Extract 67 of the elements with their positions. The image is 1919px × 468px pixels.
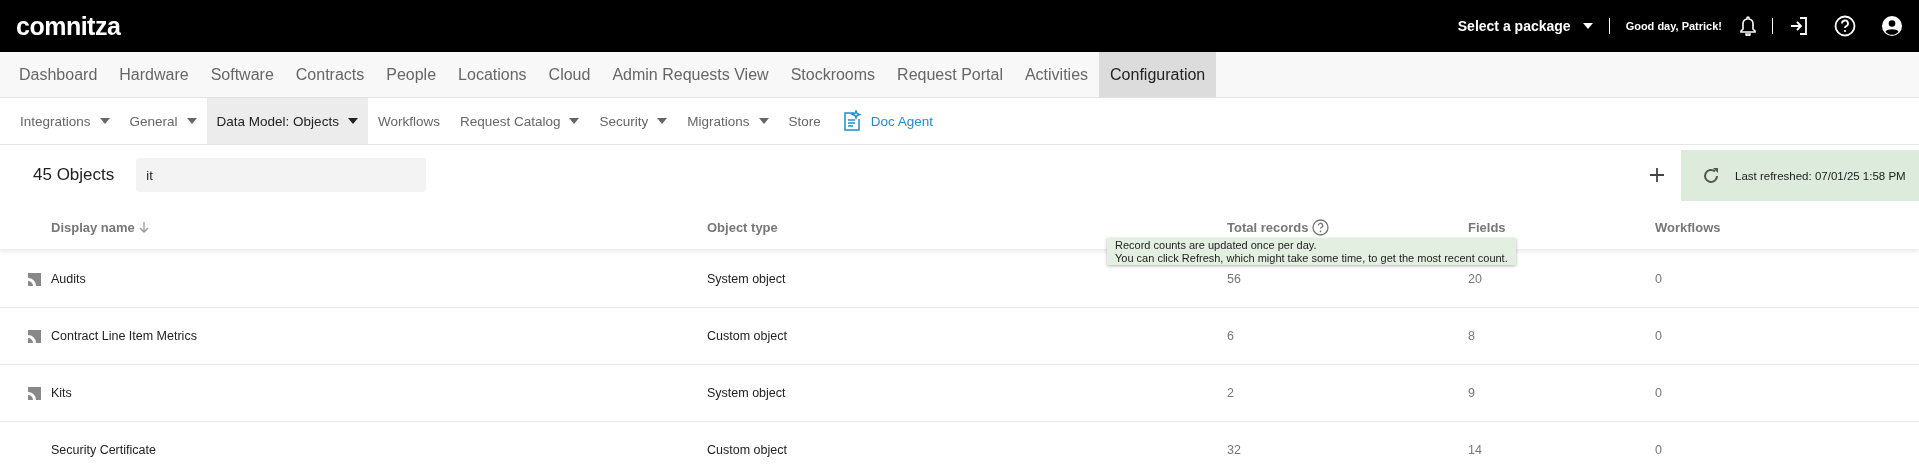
table-cell-text: 9 bbox=[1468, 386, 1476, 400]
nav-tab[interactable]: Activities bbox=[1013, 52, 1100, 97]
sub-nav-item[interactable]: Security bbox=[589, 98, 678, 144]
nav-tab[interactable]: People bbox=[375, 52, 448, 97]
column-header[interactable]: Total records bbox=[1227, 219, 1309, 235]
sort-arrow-icon[interactable] bbox=[138, 221, 149, 233]
package-select[interactable]: Select a package bbox=[1457, 18, 1593, 34]
caret-icon bbox=[99, 118, 110, 124]
column-header[interactable]: Fields bbox=[1468, 219, 1506, 235]
nav-tab[interactable]: Contracts bbox=[284, 52, 376, 97]
table-cell-text: Security Certificate bbox=[51, 443, 157, 457]
table-cell-text: Kits bbox=[51, 386, 73, 400]
table-cell-text: Audits bbox=[51, 272, 87, 286]
table-cell-text: 56 bbox=[1227, 272, 1242, 286]
caret-icon bbox=[657, 118, 668, 124]
table-cell-text: Custom object bbox=[707, 329, 788, 343]
account-icon[interactable] bbox=[1881, 15, 1903, 37]
sub-nav-item[interactable]: Doc Agent bbox=[830, 98, 944, 144]
caret-icon bbox=[347, 118, 358, 124]
logo[interactable]: comnitza bbox=[16, 11, 121, 41]
tooltip-text: Record counts are updated once per day. bbox=[1115, 239, 1318, 252]
table-cell-text: Contract Line Item Metrics bbox=[51, 329, 198, 343]
nav-tab[interactable]: Cloud bbox=[537, 52, 602, 97]
table-cell-text: 0 bbox=[1655, 386, 1663, 400]
table-cell-text: 6 bbox=[1227, 329, 1235, 343]
refresh-icon[interactable] bbox=[1701, 165, 1721, 186]
table-cell-text: System object bbox=[707, 386, 787, 400]
caret-icon bbox=[758, 118, 769, 124]
nav-tab[interactable]: Admin Requests View bbox=[601, 52, 780, 97]
table-cell-text: 8 bbox=[1468, 329, 1476, 343]
sign-in-icon[interactable] bbox=[1789, 16, 1809, 36]
search-field[interactable]: it bbox=[136, 158, 427, 192]
sub-nav-item[interactable]: Data Model: Objects bbox=[206, 98, 368, 144]
table-cell-text: 32 bbox=[1227, 443, 1242, 457]
greeting: Good day, Patrick! bbox=[1625, 20, 1722, 32]
nav-tab[interactable]: Stockrooms bbox=[779, 52, 887, 97]
table-cell-text: 0 bbox=[1655, 272, 1663, 286]
add-icon[interactable] bbox=[1649, 167, 1665, 183]
nav-tab[interactable]: Locations bbox=[447, 52, 538, 97]
sub-nav-item[interactable]: General bbox=[119, 98, 207, 144]
caret-icon bbox=[569, 118, 580, 124]
table-cell-text: 2 bbox=[1227, 386, 1235, 400]
sub-nav-item[interactable]: Store bbox=[778, 98, 831, 144]
bell-icon[interactable] bbox=[1740, 16, 1756, 36]
last-refreshed: Last refreshed: 07/01/25 1:58 PM bbox=[1735, 169, 1906, 182]
object-count: 45 Objects bbox=[33, 165, 115, 185]
column-header[interactable]: Workflows bbox=[1655, 219, 1721, 235]
sub-nav-item[interactable]: Workflows bbox=[367, 98, 450, 144]
nav-tab[interactable]: Configuration bbox=[1099, 52, 1217, 97]
table-cell-text: 14 bbox=[1468, 443, 1483, 457]
table-cell-text: Custom object bbox=[707, 443, 788, 457]
nav-tab[interactable]: Request Portal bbox=[886, 52, 1014, 97]
column-header[interactable]: Object type bbox=[707, 219, 778, 235]
sub-nav-item[interactable]: Migrations bbox=[677, 98, 779, 144]
table-cell-text: 0 bbox=[1655, 443, 1663, 457]
table-cell-text: 20 bbox=[1468, 272, 1483, 286]
column-header[interactable]: Display name bbox=[51, 219, 135, 235]
nav-tab[interactable]: Software bbox=[199, 52, 285, 97]
nav-tab[interactable]: Dashboard bbox=[8, 52, 109, 97]
nav-tab[interactable]: Hardware bbox=[108, 52, 200, 97]
sub-nav-item[interactable]: Integrations bbox=[10, 98, 120, 144]
sub-nav-item[interactable]: Request Catalog bbox=[449, 98, 590, 144]
table-cell-text: 0 bbox=[1655, 329, 1663, 343]
caret-icon bbox=[186, 118, 197, 124]
table-cell-text: System object bbox=[707, 272, 787, 286]
caret-icon bbox=[1582, 23, 1593, 29]
tooltip-text: You can click Refresh, which might take some time, to get the most recent count. bbox=[1115, 251, 1508, 264]
